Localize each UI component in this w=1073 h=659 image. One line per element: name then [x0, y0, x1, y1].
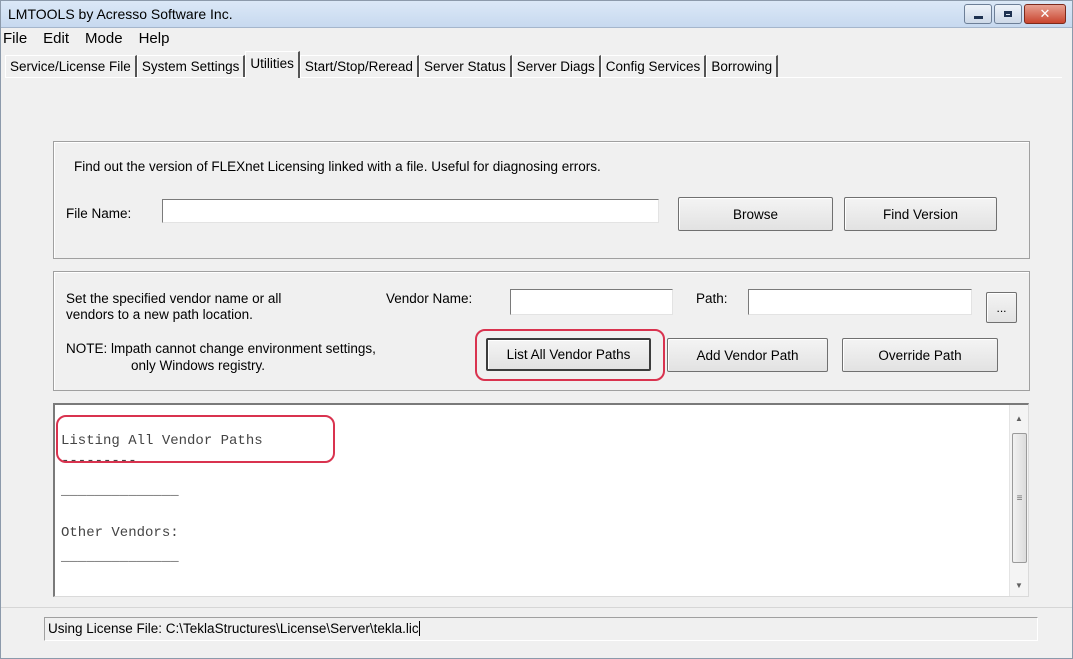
title-bar[interactable]: LMTOOLS by Acresso Software Inc. ✕ — [1, 1, 1072, 28]
tab-service-license-file[interactable]: Service/License File — [5, 55, 137, 78]
scroll-thumb[interactable]: ≡ — [1012, 433, 1027, 563]
output-line: ______________ — [61, 549, 179, 565]
menu-bar: File Edit Mode Help — [1, 28, 1072, 48]
path-label: Path: — [696, 291, 728, 306]
menu-file[interactable]: File — [1, 30, 35, 47]
close-icon: ✕ — [1039, 6, 1051, 21]
menu-help[interactable]: Help — [131, 30, 178, 47]
tab-config-services[interactable]: Config Services — [600, 55, 707, 78]
scroll-up-icon[interactable]: ▲ — [1010, 409, 1028, 427]
caption-buttons: ✕ — [964, 4, 1066, 24]
status-bar: Using License File: C:\TeklaStructures\L… — [1, 607, 1072, 658]
menu-mode[interactable]: Mode — [77, 30, 131, 47]
find-version-button[interactable]: Find Version — [844, 197, 997, 231]
license-file-status: Using License File: C:\TeklaStructures\L… — [44, 617, 1038, 641]
tab-system-settings[interactable]: System Settings — [136, 55, 246, 78]
minimize-icon — [973, 15, 983, 19]
text-caret — [418, 621, 420, 636]
note-line2: only Windows registry. — [131, 358, 266, 373]
override-path-button[interactable]: Override Path — [842, 338, 998, 372]
vendor-path-description-line1: Set the specified vendor name or all — [66, 291, 282, 306]
tab-borrowing[interactable]: Borrowing — [706, 55, 779, 78]
scroll-down-icon[interactable]: ▼ — [1010, 576, 1028, 594]
menu-edit[interactable]: Edit — [35, 30, 77, 47]
maximize-button[interactable] — [994, 4, 1022, 24]
file-name-input[interactable] — [162, 199, 659, 223]
lmtools-window: LMTOOLS by Acresso Software Inc. ✕ File … — [0, 0, 1073, 659]
listing-highlight — [56, 415, 335, 463]
close-button[interactable]: ✕ — [1024, 4, 1066, 24]
find-version-description: Find out the version of FLEXnet Licensin… — [74, 159, 601, 174]
browse-path-button[interactable]: ... — [986, 292, 1017, 323]
path-input[interactable] — [748, 289, 972, 315]
minimize-button[interactable] — [964, 4, 992, 24]
file-name-label: File Name: — [66, 206, 132, 221]
vendor-name-label: Vendor Name: — [386, 291, 473, 306]
maximize-icon — [1004, 11, 1012, 17]
output-line: Other Vendors: — [61, 525, 179, 541]
tab-start-stop-reread[interactable]: Start/Stop/Reread — [299, 55, 419, 78]
vendor-name-input[interactable] — [510, 289, 673, 315]
output-line: ______________ — [61, 483, 179, 499]
output-scrollbar[interactable]: ▲ ≡ ▼ — [1009, 405, 1028, 596]
vendor-path-description-line2: vendors to a new path location. — [66, 307, 253, 322]
note-line1: NOTE: lmpath cannot change environment s… — [66, 341, 376, 356]
browse-button[interactable]: Browse — [678, 197, 833, 231]
tab-strip: Service/License File System Settings Uti… — [5, 51, 779, 78]
list-all-vendor-paths-button[interactable]: List All Vendor Paths — [486, 338, 651, 371]
add-vendor-path-button[interactable]: Add Vendor Path — [667, 338, 828, 372]
license-file-status-text: Using License File: C:\TeklaStructures\L… — [48, 621, 419, 636]
tab-utilities[interactable]: Utilities — [245, 51, 300, 78]
window-title: LMTOOLS by Acresso Software Inc. — [8, 6, 233, 22]
tab-server-diags[interactable]: Server Diags — [511, 55, 601, 78]
tab-server-status[interactable]: Server Status — [418, 55, 512, 78]
